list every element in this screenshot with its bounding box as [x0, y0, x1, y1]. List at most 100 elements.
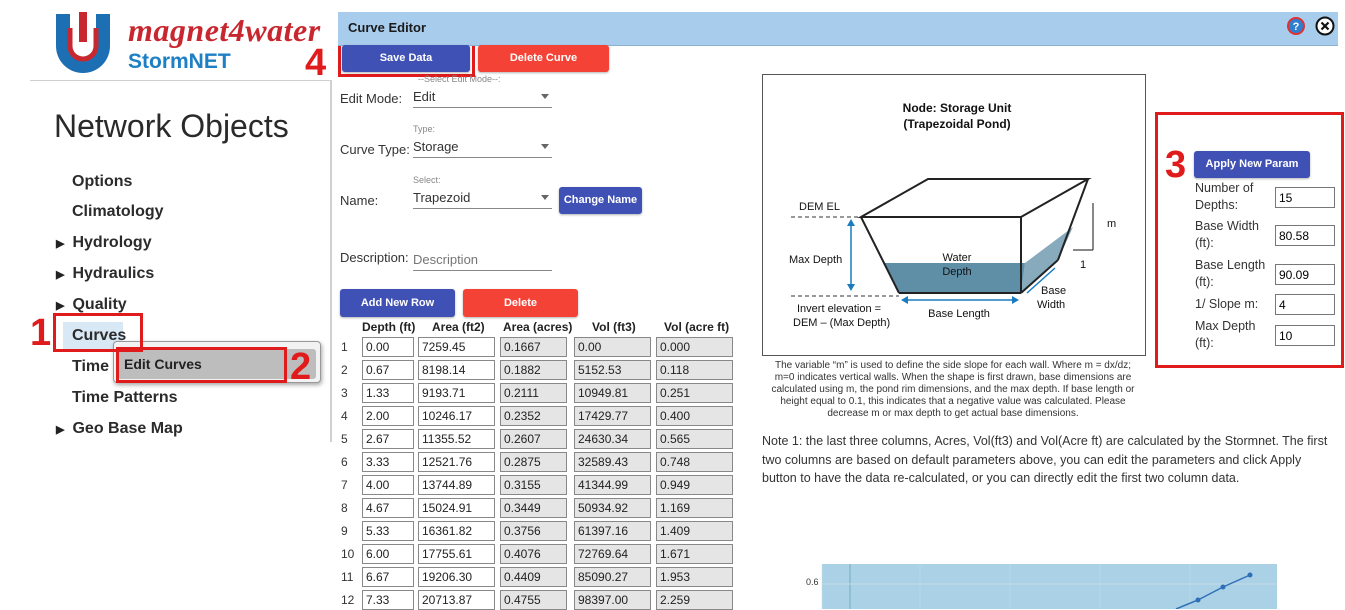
number-of-depths-input[interactable]	[1275, 187, 1335, 208]
svg-text:1: 1	[1080, 259, 1086, 271]
depth-cell[interactable]: 5.33	[362, 521, 414, 541]
row-number: 11	[341, 570, 354, 584]
depth-cell[interactable]: 0.67	[362, 360, 414, 380]
expand-arrow-icon[interactable]: ▶	[56, 299, 64, 312]
expand-arrow-icon[interactable]: ▶	[56, 423, 64, 436]
column-header-vol-ft3: Vol (ft3)	[592, 320, 636, 334]
column-header-vol-acre-ft: Vol (acre ft)	[664, 320, 730, 334]
area-acres-cell: 0.2875	[500, 452, 567, 472]
area-ft2-cell[interactable]: 15024.91	[418, 498, 495, 518]
curve-point	[1195, 597, 1201, 603]
base-width-input[interactable]	[1275, 225, 1335, 246]
curve-series-line	[1175, 574, 1251, 609]
sidebar-title: Network Objects	[54, 108, 289, 144]
save-data-button[interactable]: Save Data	[342, 45, 470, 72]
vol-ft3-cell: 24630.34	[574, 429, 651, 449]
svg-text:?: ?	[1293, 21, 1300, 33]
base-length-input[interactable]	[1275, 264, 1335, 285]
area-ft2-cell[interactable]: 20713.87	[418, 590, 495, 610]
vol-acre-ft-cell: 0.118	[656, 360, 733, 380]
change-name-button[interactable]: Change Name	[559, 187, 642, 214]
vol-ft3-cell: 50934.92	[574, 498, 651, 518]
svg-text:Water: Water	[943, 252, 972, 264]
vol-ft3-cell: 17429.77	[574, 406, 651, 426]
row-number: 7	[341, 478, 348, 492]
edit-mode-label: Edit Mode:	[340, 91, 403, 106]
sidebar-item-options[interactable]: Options	[72, 173, 132, 191]
chevron-down-icon	[541, 94, 549, 99]
sidebar-item-quality[interactable]: ▶ Quality	[56, 296, 127, 314]
curve-editor-title: Curve Editor	[348, 20, 427, 35]
svg-text:(Trapezoidal Pond): (Trapezoidal Pond)	[903, 117, 1010, 131]
sidebar-item-label: Time	[72, 358, 110, 375]
expand-arrow-icon[interactable]: ▶	[56, 268, 64, 281]
depth-cell[interactable]: 6.67	[362, 567, 414, 587]
area-ft2-cell[interactable]: 13744.89	[418, 475, 495, 495]
vol-ft3-cell: 32589.43	[574, 452, 651, 472]
svg-text:m: m	[1107, 218, 1116, 230]
depth-cell[interactable]: 2.67	[362, 429, 414, 449]
apply-new-param-button[interactable]: Apply New Param	[1194, 151, 1310, 178]
svg-text:Depth: Depth	[942, 266, 971, 278]
description-input[interactable]	[413, 248, 552, 271]
area-acres-cell: 0.2352	[500, 406, 567, 426]
vol-acre-ft-cell: 0.000	[656, 337, 733, 357]
add-new-row-button[interactable]: Add New Row	[340, 289, 455, 317]
slope-m-input[interactable]	[1275, 294, 1335, 315]
area-ft2-cell[interactable]: 16361.82	[418, 521, 495, 541]
close-icon[interactable]	[1315, 16, 1335, 36]
area-ft2-cell[interactable]: 7259.45	[418, 337, 495, 357]
depth-cell[interactable]: 0.00	[362, 337, 414, 357]
curve-type-value: Storage	[413, 139, 459, 154]
help-icon[interactable]: ?	[1286, 16, 1306, 36]
area-ft2-cell[interactable]: 12521.76	[418, 452, 495, 472]
name-value: Trapezoid	[413, 190, 471, 205]
depth-cell[interactable]: 2.00	[362, 406, 414, 426]
name-hint: Select:	[413, 175, 441, 185]
curve-editor-header	[338, 12, 1338, 46]
area-ft2-cell[interactable]: 17755.61	[418, 544, 495, 564]
expand-arrow-icon[interactable]: ▶	[56, 237, 64, 250]
sidebar-item-geo-base-map[interactable]: ▶ Geo Base Map	[56, 420, 183, 438]
sidebar-item-hydrology[interactable]: ▶ Hydrology	[56, 234, 152, 252]
area-ft2-cell[interactable]: 9193.71	[418, 383, 495, 403]
sidebar-item-label: Time Patterns	[72, 389, 178, 406]
max-depth-input[interactable]	[1275, 325, 1335, 346]
row-number: 1	[341, 340, 348, 354]
column-header-depth: Depth (ft)	[362, 320, 416, 334]
name-select[interactable]: Trapezoid	[413, 187, 552, 209]
delete-curve-button[interactable]: Delete Curve	[478, 45, 609, 72]
area-acres-cell: 0.3155	[500, 475, 567, 495]
select-underline	[413, 208, 552, 209]
depth-cell[interactable]: 1.33	[362, 383, 414, 403]
edit-mode-select[interactable]: Edit	[413, 86, 552, 108]
depth-cell[interactable]: 7.33	[362, 590, 414, 610]
depth-cell[interactable]: 6.00	[362, 544, 414, 564]
area-ft2-cell[interactable]: 10246.17	[418, 406, 495, 426]
depth-cell[interactable]: 3.33	[362, 452, 414, 472]
sidebar-item-climatology[interactable]: Climatology	[72, 203, 164, 221]
svg-text:Base: Base	[1041, 285, 1066, 297]
area-acres-cell: 0.4755	[500, 590, 567, 610]
sidebar-item-hydraulics[interactable]: ▶ Hydraulics	[56, 265, 154, 283]
depth-cell[interactable]: 4.00	[362, 475, 414, 495]
annotation-number-2: 2	[290, 346, 312, 388]
row-number: 6	[341, 455, 348, 469]
vol-acre-ft-cell: 0.565	[656, 429, 733, 449]
select-underline	[413, 157, 552, 158]
depth-cell[interactable]: 4.67	[362, 498, 414, 518]
delete-row-button[interactable]: Delete	[463, 289, 578, 317]
svg-text:Invert elevation =: Invert elevation =	[797, 303, 881, 315]
vol-ft3-cell: 0.00	[574, 337, 651, 357]
note-text: Note 1: the last three columns, Acres, V…	[762, 434, 1328, 485]
sidebar-item-time-patterns[interactable]: Time Patterns	[72, 389, 178, 407]
area-acres-cell: 0.3756	[500, 521, 567, 541]
sidebar-item-time[interactable]: Time	[72, 358, 109, 376]
area-ft2-cell[interactable]: 8198.14	[418, 360, 495, 380]
annotation-number-1: 1	[30, 312, 52, 354]
area-ft2-cell[interactable]: 19206.30	[418, 567, 495, 587]
area-ft2-cell[interactable]: 11355.52	[418, 429, 495, 449]
edit-mode-hint: --Select Edit Mode--:	[418, 74, 501, 84]
curve-type-select[interactable]: Storage	[413, 136, 552, 158]
svg-text:Base Length: Base Length	[928, 308, 990, 320]
